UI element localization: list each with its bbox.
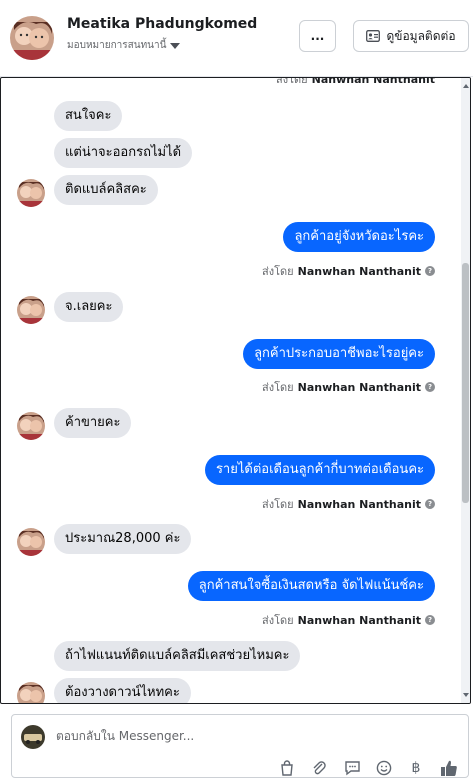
customer-avatar[interactable] xyxy=(10,16,54,60)
sent-by-name: Nanwhan Nanthanit xyxy=(311,77,435,86)
emoji-icon[interactable] xyxy=(375,759,393,777)
sent-by-prefix: ส่งโดย xyxy=(262,498,294,511)
message-bubble[interactable]: แต่น่าจะออกรถไม่ได้ xyxy=(54,138,193,168)
conversation-header: Meatika Phadungkomed มอบหมายการสนทนานี้ … xyxy=(0,0,473,77)
message-bubble[interactable]: ประมาณ28,000 ค่ะ xyxy=(54,524,192,554)
reply-input[interactable] xyxy=(56,729,356,743)
sent-by-line: ส่งโดย Nanwhan Nanthanit ? xyxy=(262,378,435,396)
customer-avatar-small xyxy=(17,528,45,556)
shopping-bag-icon[interactable] xyxy=(278,759,296,777)
scroll-thumb[interactable] xyxy=(462,263,469,503)
message-bubble[interactable]: ติดแบล์คลิสคะ xyxy=(54,175,158,205)
message-bubble[interactable]: ต้องวางดาวน์ไหทคะ xyxy=(54,678,191,703)
scroll-up-arrow-icon[interactable] xyxy=(463,84,469,88)
message-bubble[interactable]: รายได้ต่อเดือนลูกค้ากี่บาทต่อเดือนคะ xyxy=(204,455,435,485)
customer-avatar-small xyxy=(17,296,45,324)
contact-card-icon xyxy=(366,30,381,42)
info-icon[interactable]: ? xyxy=(425,615,435,625)
message-bubble[interactable]: ถ้าไฟแนนท์ติดแบล์คลิสมีเคสช่วยไหมคะ xyxy=(54,641,301,671)
customer-avatar-small xyxy=(17,412,45,440)
scroll-down-arrow-icon[interactable] xyxy=(463,693,469,697)
thumbs-up-icon[interactable] xyxy=(440,759,458,777)
caret-down-icon xyxy=(170,42,181,49)
info-icon[interactable]: ? xyxy=(425,266,435,276)
view-contact-info-button[interactable]: ดูข้อมูลติดต่อ xyxy=(353,20,469,52)
more-options-button[interactable]: ... xyxy=(299,20,336,52)
sent-by-name: Nanwhan Nanthanit xyxy=(297,380,421,394)
sent-by-line: ส่งโดย Nanwhan Nanthanit ? xyxy=(262,262,435,280)
info-icon[interactable]: ? xyxy=(425,499,435,509)
sent-by-prefix: ส่งโดย xyxy=(262,381,294,394)
view-contact-info-label: ดูข้อมูลติดต่อ xyxy=(386,28,456,43)
sent-by-line: ส่งโดย Nanwhan Nanthanit ? xyxy=(262,611,435,629)
more-label: ... xyxy=(310,29,325,43)
message-bubble[interactable]: จ.เลยคะ xyxy=(54,292,124,322)
assign-conversation-dropdown[interactable]: มอบหมายการสนทนานี้ xyxy=(67,38,181,53)
quick-replies-icon[interactable] xyxy=(343,759,361,777)
customer-name[interactable]: Meatika Phadungkomed xyxy=(67,16,257,32)
sent-by-line: ส่งโดย Nanwhan Nanthanit ? xyxy=(262,495,435,513)
message-bubble[interactable]: ลูกค้าสนใจซื้อเงินสดหรือ จัดไฟแน้นช์คะ xyxy=(187,571,435,601)
page-avatar xyxy=(21,725,45,749)
sent-by-prefix: ส่งโดย xyxy=(262,614,294,627)
customer-avatar-small xyxy=(17,179,45,207)
paperclip-icon[interactable] xyxy=(310,759,328,777)
message-bubble[interactable]: ลูกค้าอยู่จังหวัดอะไรคะ xyxy=(283,222,435,252)
message-bubble[interactable]: สนใจคะ xyxy=(54,101,123,131)
thread-scrollbar[interactable] xyxy=(461,78,470,703)
message-bubble[interactable]: ลูกค้าประกอบอาชีพอะไรอยู่คะ xyxy=(243,339,435,369)
reply-composer: ฿ xyxy=(11,714,469,778)
info-icon[interactable]: ? xyxy=(425,382,435,392)
sent-by-name: Nanwhan Nanthanit xyxy=(297,264,421,278)
baht-icon[interactable]: ฿ xyxy=(407,759,425,777)
sent-by-name: Nanwhan Nanthanit xyxy=(297,497,421,511)
customer-avatar-small xyxy=(17,682,45,703)
message-bubble[interactable]: ค้าขายคะ xyxy=(54,408,132,438)
assign-label: มอบหมายการสนทนานี้ xyxy=(67,40,167,51)
sent-by-prefix: ส่งโดย xyxy=(276,77,308,86)
message-thread[interactable]: ส่งโดย Nanwhan Nanthanit สนใจคะ แต่น่าจะ… xyxy=(0,77,471,704)
sent-by-name: Nanwhan Nanthanit xyxy=(297,613,421,627)
sent-by-prefix: ส่งโดย xyxy=(262,265,294,278)
sent-by-line: ส่งโดย Nanwhan Nanthanit xyxy=(276,77,435,88)
